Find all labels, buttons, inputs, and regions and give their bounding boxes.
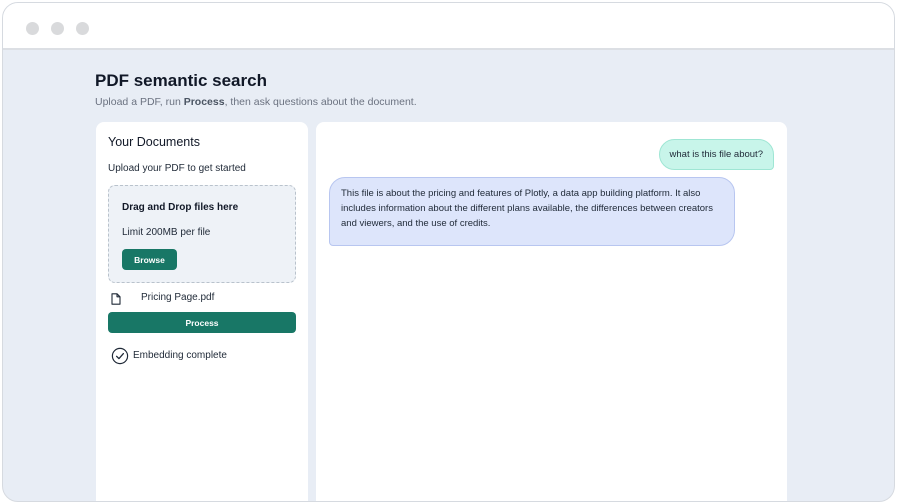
status-text: Embedding complete bbox=[133, 350, 227, 361]
uploaded-file-row: Pricing Page.pdf bbox=[111, 291, 301, 307]
window-minimize-dot[interactable] bbox=[51, 22, 64, 35]
window-titlebar bbox=[3, 3, 894, 50]
page-title: PDF semantic search bbox=[95, 71, 267, 90]
sidebar-help-text: Upload your PDF to get started bbox=[108, 163, 246, 174]
embedding-status: Embedding complete bbox=[111, 347, 301, 365]
file-icon bbox=[111, 293, 121, 305]
dropzone-title: Drag and Drop files here bbox=[122, 202, 239, 213]
window-maximize-dot[interactable] bbox=[76, 22, 89, 35]
file-name: Pricing Page.pdf bbox=[141, 292, 215, 303]
chat-panel: what is this file about? This file is ab… bbox=[316, 122, 787, 501]
subtitle-bold: Process bbox=[183, 96, 225, 108]
sidebar-title: Your Documents bbox=[108, 135, 200, 149]
browse-button[interactable]: Browse bbox=[122, 249, 177, 270]
subtitle-prefix: Upload a PDF, run bbox=[95, 96, 184, 108]
page-subtitle: Upload a PDF, run Process, then ask ques… bbox=[95, 96, 417, 108]
file-dropzone[interactable]: Drag and Drop files here Limit 200MB per… bbox=[108, 185, 296, 283]
check-circle-icon bbox=[111, 347, 129, 365]
process-button[interactable]: Process bbox=[108, 312, 296, 333]
user-message: what is this file about? bbox=[658, 139, 774, 170]
dropzone-limit: Limit 200MB per file bbox=[122, 227, 211, 238]
assistant-message: This file is about the pricing and featu… bbox=[329, 177, 735, 246]
browser-window: PDF semantic search Upload a PDF, run Pr… bbox=[2, 2, 895, 502]
window-close-dot[interactable] bbox=[26, 22, 39, 35]
documents-sidebar: Your Documents Upload your PDF to get st… bbox=[96, 122, 308, 501]
subtitle-suffix: , then ask questions about the document. bbox=[224, 96, 417, 108]
